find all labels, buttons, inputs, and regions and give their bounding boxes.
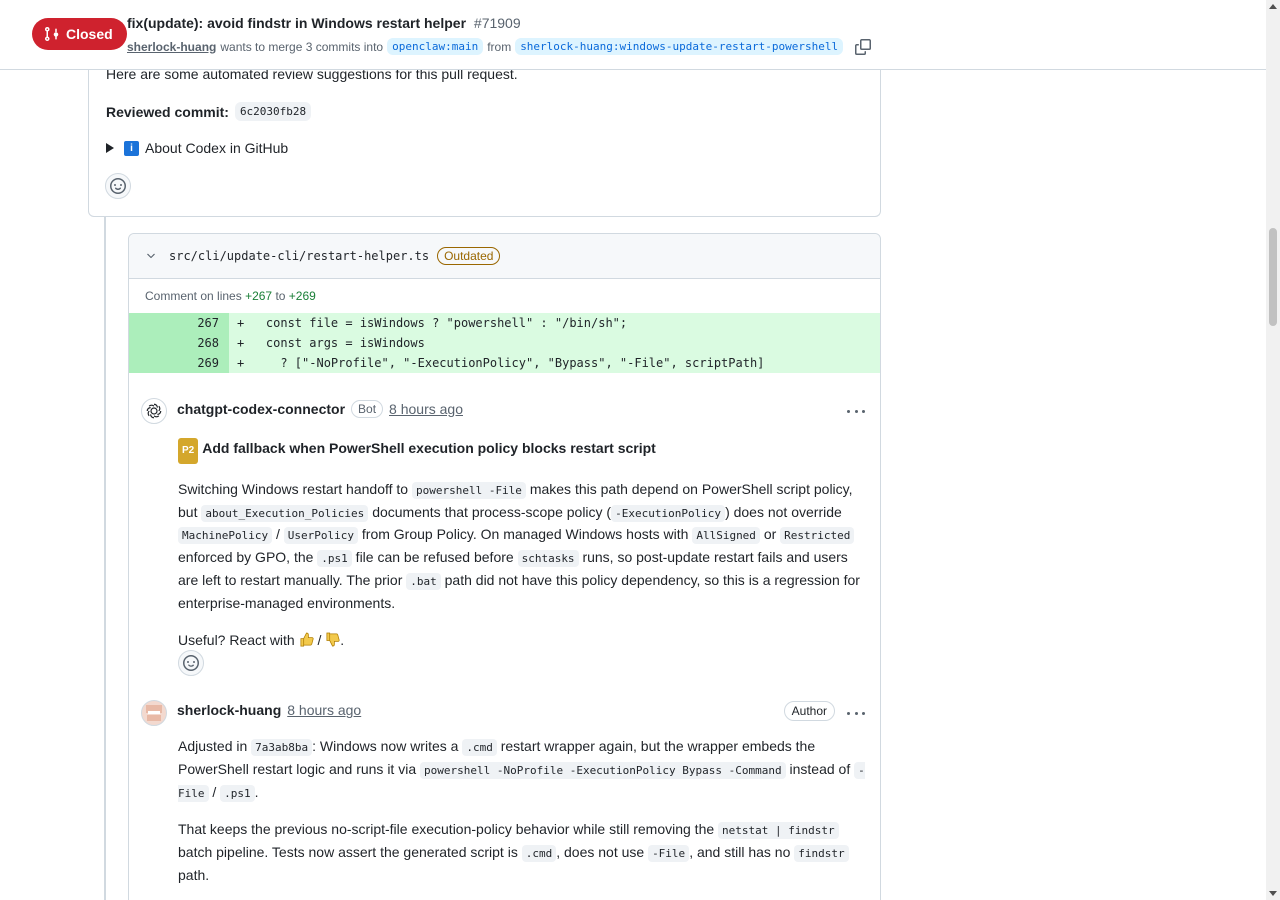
- diff-row: 267 + const file = isWindows ? "powershel…: [129, 313, 880, 333]
- to-text: to: [275, 289, 286, 303]
- timeline-line: [104, 217, 106, 900]
- comment-title: P2 Add fallback when PowerShell execution…: [178, 438, 868, 464]
- user-avatar-icon: [146, 705, 162, 721]
- comment-title-text: Add fallback when PowerShell execution p…: [202, 440, 656, 456]
- reviewed-commit-label: Reviewed commit:: [106, 103, 229, 120]
- diff-line: + const file = isWindows ? "powershell" …: [229, 313, 880, 333]
- thread-header[interactable]: src/cli/update-cli/restart-helper.ts Out…: [129, 234, 880, 279]
- diff-row: 269 + ? ["-NoProfile", "-ExecutionPolicy"…: [129, 353, 880, 373]
- comment-body: P2 Add fallback when PowerShell execution…: [178, 438, 868, 666]
- scroll-down-icon[interactable]: [1269, 891, 1277, 896]
- avatar[interactable]: [141, 700, 167, 726]
- useful-prompt: Useful? React with / .: [178, 631, 345, 648]
- reviewed-commit: Reviewed commit: 6c2030fb28: [106, 102, 312, 121]
- smiley-icon: [183, 655, 199, 671]
- head-branch[interactable]: sherlock-huang:windows-update-restart-po…: [515, 38, 844, 55]
- merge-text: wants to merge 3 commits into: [220, 39, 384, 54]
- comment-timestamp[interactable]: 8 hours ago: [287, 702, 361, 718]
- pr-author-link[interactable]: sherlock-huang: [127, 40, 216, 54]
- diff-line: + const args = isWindows: [229, 333, 880, 353]
- from-text: from: [487, 39, 512, 54]
- comment-author[interactable]: chatgpt-codex-connector: [177, 401, 345, 417]
- disclosure-triangle-icon: [106, 143, 114, 153]
- add-reaction-button[interactable]: [178, 650, 204, 676]
- thread-file-path[interactable]: src/cli/update-cli/restart-helper.ts: [169, 249, 429, 263]
- avatar[interactable]: [141, 398, 167, 424]
- page-scrollbar[interactable]: [1266, 0, 1280, 900]
- pr-title-text: fix(update): avoid findstr in Windows re…: [127, 15, 467, 31]
- pr-title: fix(update): avoid findstr in Windows re…: [127, 15, 521, 31]
- pr-meta: sherlock-huang wants to merge 3 commits …: [127, 38, 872, 55]
- comment-body: Adjusted in 7a3ab8ba: Windows now writes…: [178, 736, 868, 900]
- comment-lines-info: Comment on lines +267 to +269: [129, 279, 880, 313]
- comment-options-button[interactable]: [847, 706, 865, 720]
- comment-lines-label: Comment on lines: [145, 289, 242, 303]
- diff-row: 268 + const args = isWindows: [129, 333, 880, 353]
- thumbs-down-icon: [326, 632, 340, 647]
- review-comment-author: sherlock-huang 8 hours ago Author Adjust…: [141, 700, 871, 900]
- diff-line: + ? ["-NoProfile", "-ExecutionPolicy", "…: [229, 353, 880, 373]
- base-branch[interactable]: openclaw:main: [387, 38, 484, 55]
- comment-header: sherlock-huang 8 hours ago: [177, 702, 361, 718]
- line-number: 269: [129, 353, 229, 373]
- about-codex-details[interactable]: i About Codex in GitHub: [106, 140, 288, 156]
- comment-header: chatgpt-codex-connector Bot 8 hours ago: [177, 400, 463, 418]
- line-from: +267: [245, 289, 273, 303]
- reviewed-commit-sha[interactable]: 6c2030fb28: [234, 102, 312, 121]
- info-icon: i: [124, 140, 139, 156]
- bot-label: Bot: [351, 400, 384, 418]
- priority-badge: P2: [178, 438, 199, 464]
- comment-paragraph: That keeps the previous no-script-file e…: [178, 819, 868, 886]
- pr-closed-icon: [44, 27, 59, 42]
- chevron-down-icon[interactable]: [145, 250, 157, 262]
- comment-author[interactable]: sherlock-huang: [177, 702, 281, 718]
- thumbs-up-icon: [300, 632, 314, 647]
- add-reaction-button[interactable]: [105, 173, 131, 199]
- line-to: +269: [288, 289, 316, 303]
- sticky-pr-header: Closed fix(update): avoid findstr in Win…: [0, 0, 1266, 70]
- scroll-up-icon[interactable]: [1269, 4, 1277, 9]
- pr-state-label: Closed: [66, 26, 113, 42]
- smiley-icon: [110, 178, 126, 194]
- comment-options-button[interactable]: [847, 404, 865, 418]
- comment-timestamp[interactable]: 8 hours ago: [389, 401, 463, 417]
- diff-hunk: 267 + const file = isWindows ? "powershel…: [129, 313, 880, 373]
- comment-paragraph: Switching Windows restart handoff to pow…: [178, 480, 860, 611]
- author-label: Author: [783, 701, 835, 721]
- review-comment-bot: chatgpt-codex-connector Bot 8 hours ago …: [141, 398, 871, 698]
- pr-state-badge: Closed: [32, 18, 127, 50]
- outdated-badge: Outdated: [437, 247, 501, 265]
- review-thread: src/cli/update-cli/restart-helper.ts Out…: [128, 233, 881, 900]
- line-number: 267: [129, 313, 229, 333]
- scrollbar-thumb[interactable]: [1269, 228, 1277, 326]
- copy-icon[interactable]: [855, 38, 872, 55]
- pr-number: #71909: [473, 15, 521, 31]
- about-codex-label: About Codex in GitHub: [145, 140, 289, 156]
- comment-paragraph: Adjusted in 7a3ab8ba: Windows now writes…: [178, 738, 865, 802]
- line-number: 268: [129, 333, 229, 353]
- openai-logo-icon: [146, 403, 162, 419]
